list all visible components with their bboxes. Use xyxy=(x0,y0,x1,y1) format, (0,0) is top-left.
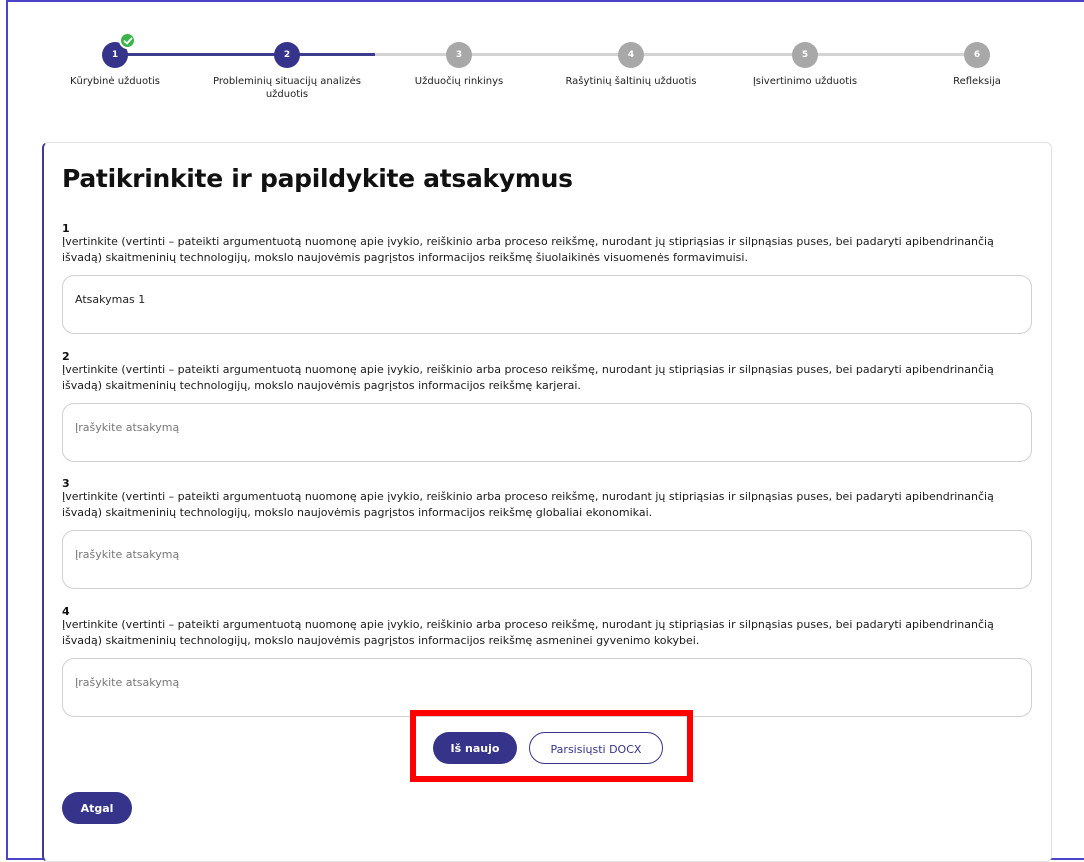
step-6-number: 6 xyxy=(964,42,990,68)
step-3-number: 3 xyxy=(446,42,472,68)
step-4-label: Rašytinių šaltinių užduotis xyxy=(565,76,697,87)
progress-stepper: 1 Kūrybinė užduotis 2 Probleminių situac… xyxy=(0,0,1084,130)
answer-1-field[interactable] xyxy=(62,275,1032,334)
answer-2-field[interactable] xyxy=(62,403,1032,462)
step-5-number: 5 xyxy=(792,42,818,68)
step-1-label: Kūrybinė užduotis xyxy=(69,76,161,87)
step-2-label: Probleminių situacijų analizės užduotis xyxy=(212,76,361,100)
step-2-number: 2 xyxy=(274,42,300,68)
question-4-text: Įvertinkite (vertinti – pateikti argumen… xyxy=(62,618,994,647)
restart-button[interactable]: Iš naujo xyxy=(433,732,517,764)
question-3-text: Įvertinkite (vertinti – pateikti argumen… xyxy=(62,490,994,519)
back-button[interactable]: Atgal xyxy=(62,792,132,824)
stepper-track-active xyxy=(287,53,375,56)
step-6-label: Refleksija xyxy=(953,76,1001,87)
answer-4-field[interactable] xyxy=(62,658,1032,717)
question-1-text: Įvertinkite (vertinti – pateikti argumen… xyxy=(62,235,994,264)
step-3-label: Užduočių rinkinys xyxy=(414,76,504,87)
question-2-text: Įvertinkite (vertinti – pateikti argumen… xyxy=(62,363,994,392)
step-5-label: Įsivertinimo užduotis xyxy=(752,76,858,87)
download-docx-button[interactable]: Parsisiųsti DOCX xyxy=(529,732,663,764)
step-4-number: 4 xyxy=(618,42,644,68)
stepper-track-completed xyxy=(115,53,287,56)
page-title: Patikrinkite ir papildykite atsakymus xyxy=(62,164,573,193)
answer-3-field[interactable] xyxy=(62,530,1032,589)
check-icon xyxy=(119,32,136,49)
